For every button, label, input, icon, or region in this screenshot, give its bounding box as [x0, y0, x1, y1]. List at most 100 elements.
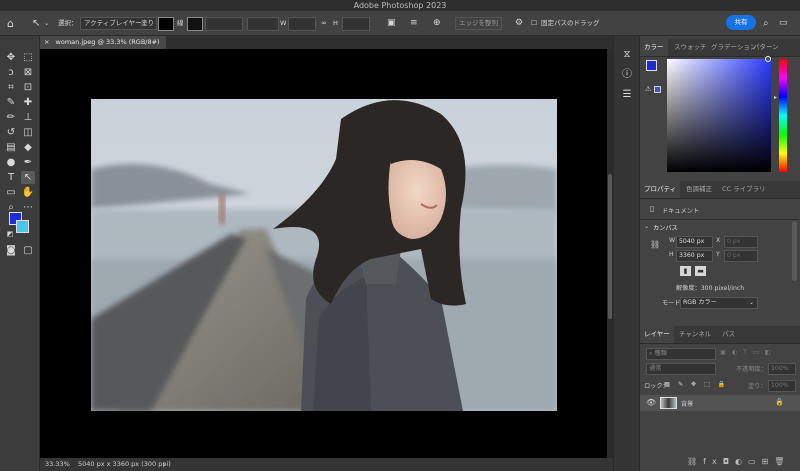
search-icon[interactable]: ⌕ [763, 17, 769, 30]
lock-icon[interactable]: 🔒 [775, 398, 784, 406]
tab-paths[interactable]: パス [722, 326, 735, 343]
link-layers-icon[interactable]: ⛓ [687, 457, 703, 466]
app-title: Adobe Photoshop 2023 [353, 1, 447, 10]
home-icon[interactable]: ⌂ [7, 17, 14, 30]
folder-icon[interactable]: ▭ [748, 457, 762, 466]
lasso-tool-icon[interactable]: ↄ [4, 66, 18, 79]
tab-adjustments[interactable]: 色調補正 [686, 181, 712, 198]
tab-color[interactable]: カラー [640, 39, 668, 56]
opacity-field[interactable]: 100% [768, 363, 796, 375]
path-select-icon[interactable]: ↖ [21, 171, 35, 184]
properties-scrollbar[interactable] [792, 221, 797, 281]
hue-slider-handle[interactable]: ▸ [774, 94, 777, 101]
frame-tool-icon[interactable]: ⊡ [21, 81, 35, 94]
tab-properties[interactable]: プロパティ [640, 181, 681, 198]
tab-swatches[interactable]: スウォッチ [674, 39, 707, 56]
y-field[interactable]: 0 px [724, 250, 758, 262]
history-brush-icon[interactable]: ↺ [4, 126, 18, 139]
screen-mode-icon[interactable]: ▢ [21, 244, 35, 257]
more-tools-icon[interactable]: ⋯ [21, 201, 35, 214]
document-tab[interactable]: × woman.jpeg @ 33.3% (RGB/8#) [40, 36, 166, 49]
tab-gradients[interactable]: グラデーション [711, 39, 756, 56]
quick-mask-icon[interactable]: ◙ [4, 244, 18, 257]
mode-dropdown[interactable]: RGB カラー ⌄ [680, 297, 758, 309]
blur-tool-icon[interactable]: ◆ [21, 141, 35, 154]
pen-tool-icon[interactable]: ✒ [21, 156, 35, 169]
mask-icon[interactable]: ◘ [723, 457, 735, 466]
portrait-icon[interactable]: ▮ [680, 266, 691, 276]
stroke-swatch[interactable] [187, 17, 203, 31]
x-field[interactable]: 0 px [724, 236, 758, 248]
fill-field[interactable]: 100% [768, 380, 796, 392]
eraser-icon[interactable]: ◫ [21, 126, 35, 139]
rectangle-tool-icon[interactable]: ▭ [4, 186, 18, 199]
object-select-icon[interactable]: ⊠ [21, 66, 35, 79]
move-tool-icon[interactable]: ✥ [4, 51, 18, 64]
history-icon[interactable]: ⧖ [620, 48, 634, 61]
stroke-type-dropdown[interactable] [247, 17, 279, 31]
layer-filter-dropdown[interactable]: ⌕ 種類 [646, 348, 716, 360]
brush-tool-icon[interactable]: ✏ [4, 111, 18, 124]
landscape-icon[interactable]: ▬ [695, 266, 706, 276]
eyedropper-icon[interactable]: ✎ [4, 96, 18, 109]
chevron-down-icon[interactable]: ⌄ [44, 17, 49, 30]
height-field[interactable] [342, 17, 370, 31]
web-safe-swatch[interactable] [654, 86, 661, 93]
zoom-level[interactable]: 33.33% [45, 458, 70, 471]
background-color[interactable] [16, 220, 29, 233]
path-operations-icon[interactable]: ▣ [387, 17, 396, 30]
canvas-height-field[interactable]: 3360 px [676, 250, 713, 262]
adjustment-icon[interactable]: ◐ [735, 457, 748, 466]
chevron-right-icon[interactable]: › [163, 458, 166, 471]
link-icon[interactable]: ⛓ [650, 240, 660, 249]
share-label: 共有 [734, 18, 748, 26]
hand-tool-icon[interactable]: ✋ [21, 186, 35, 199]
align-edges-button[interactable]: エッジを整列 [455, 17, 502, 30]
layer-actions: ⛓fx◘◐▭⊞🗑 [687, 457, 790, 466]
color-field[interactable] [667, 56, 771, 172]
canvas-section-title: カンバス [653, 225, 678, 232]
gear-icon[interactable]: ⚙ [515, 17, 523, 30]
scrollbar-thumb[interactable] [608, 174, 612, 319]
default-colors-icon[interactable]: ◩ [3, 228, 17, 241]
color-picker-handle[interactable] [765, 56, 771, 62]
fx-icon[interactable]: fx [703, 457, 723, 466]
chevron-down-icon[interactable]: ⌄ [644, 223, 649, 230]
layer-row[interactable]: 👁 背景 🔒 [640, 395, 800, 411]
workspace-icon[interactable]: ▭ [779, 17, 788, 30]
lock-options-icons[interactable]: ▦ ✎ ✥ ⬚ 🔒 [664, 380, 729, 388]
color-foreground-swatch[interactable] [646, 60, 657, 71]
blend-mode-dropdown[interactable]: 通常 [646, 363, 716, 375]
gradient-tool-icon[interactable]: ▤ [4, 141, 18, 154]
type-tool-icon[interactable]: T [4, 171, 18, 184]
close-icon[interactable]: × [44, 38, 49, 46]
new-layer-icon[interactable]: ⊞ [762, 457, 775, 466]
document-image[interactable] [91, 99, 557, 411]
width-field[interactable] [288, 17, 316, 31]
share-button[interactable]: 共有 [726, 15, 756, 30]
tab-layers[interactable]: レイヤー [640, 326, 674, 343]
info-icon[interactable]: ⓘ [620, 68, 634, 81]
path-arrangement-icon[interactable]: ⊕ [433, 17, 441, 30]
hue-slider[interactable] [779, 59, 787, 172]
eye-icon[interactable]: 👁 [646, 398, 656, 407]
fill-swatch[interactable] [158, 17, 174, 31]
link-icon[interactable]: ∞ [321, 17, 327, 30]
path-alignment-icon[interactable]: ≡ [410, 17, 418, 30]
tab-cc-libraries[interactable]: CC ライブラリ [722, 181, 766, 198]
marquee-tool-icon[interactable]: ⬚ [21, 51, 35, 64]
crop-tool-icon[interactable]: ⌗ [4, 81, 18, 94]
tab-channels[interactable]: チャンネル [679, 326, 711, 343]
brushes-icon[interactable]: ☰ [620, 88, 634, 101]
canvas-width-field[interactable]: 5040 px [676, 236, 713, 248]
healing-brush-icon[interactable]: ✚ [21, 96, 35, 109]
trash-icon[interactable]: 🗑 [774, 457, 790, 466]
document-icon: ▯ [650, 204, 655, 213]
tab-patterns[interactable]: パターン [753, 39, 779, 56]
constrain-path-checkbox[interactable]: ☐ [531, 17, 537, 30]
dodge-tool-icon[interactable]: ● [4, 156, 18, 169]
stroke-width-field[interactable] [205, 17, 243, 31]
clone-stamp-icon[interactable]: ⊥ [21, 111, 35, 124]
move-tool-icon[interactable]: ↖ [32, 17, 40, 30]
layer-filter-icons[interactable]: ▣ ◐ T ▭ ◧ [720, 349, 773, 356]
